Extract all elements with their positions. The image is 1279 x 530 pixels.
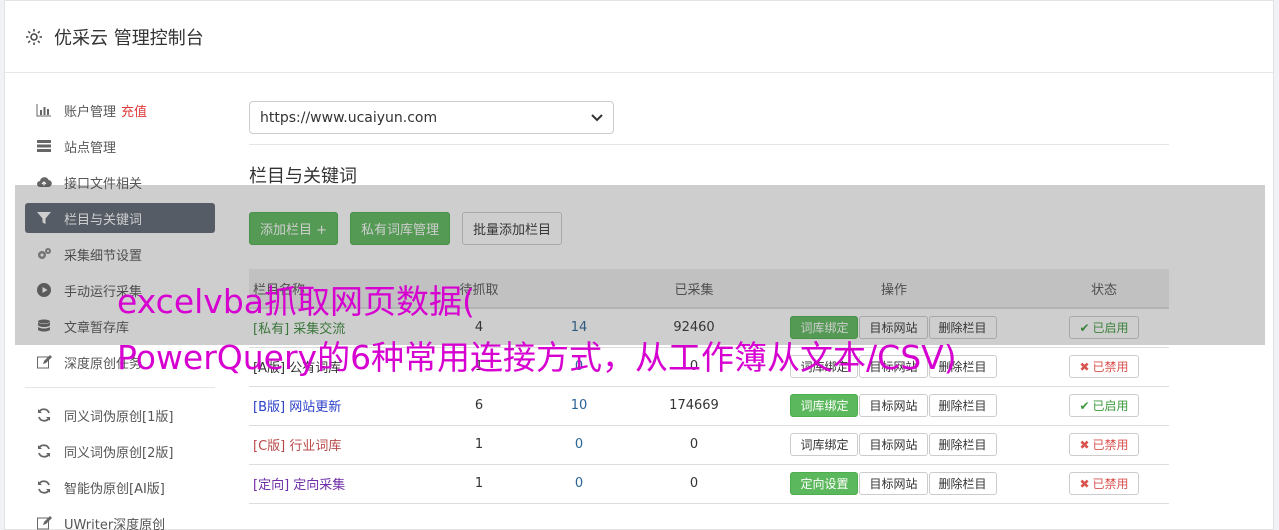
close-icon: ✖ — [1079, 359, 1090, 374]
site-select-value: https://www.ucaiyun.com — [260, 109, 438, 126]
recharge-link[interactable]: 充值 — [121, 101, 147, 120]
pending2-count[interactable]: 0 — [519, 464, 639, 504]
target-site-button[interactable]: 目标网站 — [859, 433, 928, 456]
watermark-overlay: excelvba抓取网页数据( PowerQuery的6种常用连接方式，从工作簿… — [15, 185, 1265, 377]
site-select[interactable]: https://www.ucaiyun.com — [249, 101, 614, 134]
status-cell: ✖ 已禁用 — [1039, 347, 1169, 387]
status-toggle[interactable]: ✖ 已禁用 — [1069, 472, 1139, 495]
pending-count: 1 — [439, 464, 519, 504]
bar-chart-icon — [36, 104, 51, 117]
server-icon — [37, 140, 51, 152]
overlay-title-line1: excelvba抓取网页数据( — [117, 282, 475, 321]
column-name: 行业词库 — [289, 439, 342, 454]
pending2-count[interactable]: 0 — [519, 425, 639, 465]
dict-bind-button[interactable]: 定向设置 — [790, 472, 859, 495]
dict-bind-button[interactable]: 词库绑定 — [790, 394, 859, 417]
actions-cell: 词库绑定 目标网站 删除栏目 — [749, 425, 1039, 465]
collected-count: 174669 — [639, 386, 749, 426]
close-icon: ✖ — [1079, 476, 1090, 491]
column-name: 定向采集 — [293, 478, 346, 493]
delete-column-button[interactable]: 删除栏目 — [928, 394, 997, 417]
sidebar-item-synonym-v1[interactable]: 同义词伪原创[1版] — [25, 400, 215, 430]
sidebar-item-ai[interactable]: 智能伪原创[AI版] — [25, 472, 215, 502]
column-name-cell[interactable]: [C版] 行业词库 — [249, 425, 439, 465]
refresh-icon — [38, 480, 50, 494]
actions-cell: 词库绑定 目标网站 删除栏目 — [749, 386, 1039, 426]
status-cell: ✖ 已禁用 — [1039, 464, 1169, 504]
pending-count: 6 — [439, 386, 519, 426]
gear-icon — [26, 28, 42, 45]
delete-column-button[interactable]: 删除栏目 — [928, 433, 997, 456]
refresh-icon — [38, 408, 50, 422]
divider — [249, 144, 1169, 145]
status-label: 已禁用 — [1092, 360, 1129, 374]
collected-count: 0 — [639, 464, 749, 504]
sidebar-item-account[interactable]: 账户管理 充值 — [25, 95, 215, 125]
sidebar-item-label: 账户管理 — [64, 104, 117, 120]
sidebar-item-sites[interactable]: 站点管理 — [25, 131, 215, 161]
sidebar-item-label: 智能伪原创[AI版] — [64, 481, 165, 497]
status-toggle[interactable]: ✖ 已禁用 — [1069, 433, 1139, 456]
panel-header: 优采云 管理控制台 — [5, 1, 1273, 73]
overlay-title-line2: PowerQuery的6种常用连接方式，从工作簿从文本/CSV) — [117, 338, 957, 377]
column-name-cell[interactable]: [B版] 网站更新 — [249, 386, 439, 426]
status-toggle[interactable]: ✔ 已启用 — [1069, 394, 1139, 417]
page-title: 优采云 管理控制台 — [54, 27, 204, 49]
column-name-cell[interactable]: [定向] 定向采集 — [249, 464, 439, 504]
edit-icon — [37, 516, 52, 530]
sidebar-item-label: 同义词伪原创[1版] — [64, 409, 174, 425]
table-row: [C版] 行业词库 1 0 0 词库绑定 目标网站 删除栏目 ✖ 已禁用 — [249, 425, 1169, 465]
status-toggle[interactable]: ✖ 已禁用 — [1069, 355, 1139, 378]
table-row: [定向] 定向采集 1 0 0 定向设置 目标网站 删除栏目 ✖ 已禁用 — [249, 464, 1169, 504]
target-site-button[interactable]: 目标网站 — [859, 394, 928, 417]
refresh-icon — [38, 444, 50, 458]
sidebar-item-uwriter[interactable]: UWriter深度原创 — [25, 508, 215, 530]
status-cell: ✔ 已启用 — [1039, 386, 1169, 426]
column-tag: [C版] — [253, 439, 286, 454]
collected-count: 0 — [639, 425, 749, 465]
sidebar-item-synonym-v2[interactable]: 同义词伪原创[2版] — [25, 436, 215, 466]
column-tag: [定向] — [253, 478, 290, 493]
column-name: 网站更新 — [289, 400, 342, 415]
check-icon: ✔ — [1079, 398, 1090, 413]
status-cell: ✖ 已禁用 — [1039, 425, 1169, 465]
status-label: 已禁用 — [1092, 438, 1129, 452]
chevron-down-icon — [591, 113, 603, 121]
table-row: [B版] 网站更新 6 10 174669 词库绑定 目标网站 删除栏目 ✔ 已启用 — [249, 386, 1169, 426]
delete-column-button[interactable]: 删除栏目 — [928, 472, 997, 495]
pending-count: 1 — [439, 425, 519, 465]
status-label: 已禁用 — [1092, 477, 1129, 491]
target-site-button[interactable]: 目标网站 — [859, 472, 928, 495]
close-icon: ✖ — [1079, 437, 1090, 452]
sidebar-item-label: 站点管理 — [64, 140, 117, 156]
pending2-count[interactable]: 10 — [519, 386, 639, 426]
dict-bind-button[interactable]: 词库绑定 — [790, 433, 859, 456]
sidebar-divider — [25, 387, 215, 388]
column-tag: [B版] — [253, 400, 286, 415]
status-label: 已启用 — [1092, 399, 1129, 413]
actions-cell: 定向设置 目标网站 删除栏目 — [749, 464, 1039, 504]
sidebar-item-label: UWriter深度原创 — [64, 517, 166, 530]
sidebar-item-label: 同义词伪原创[2版] — [64, 445, 174, 461]
edit-icon — [37, 355, 52, 369]
